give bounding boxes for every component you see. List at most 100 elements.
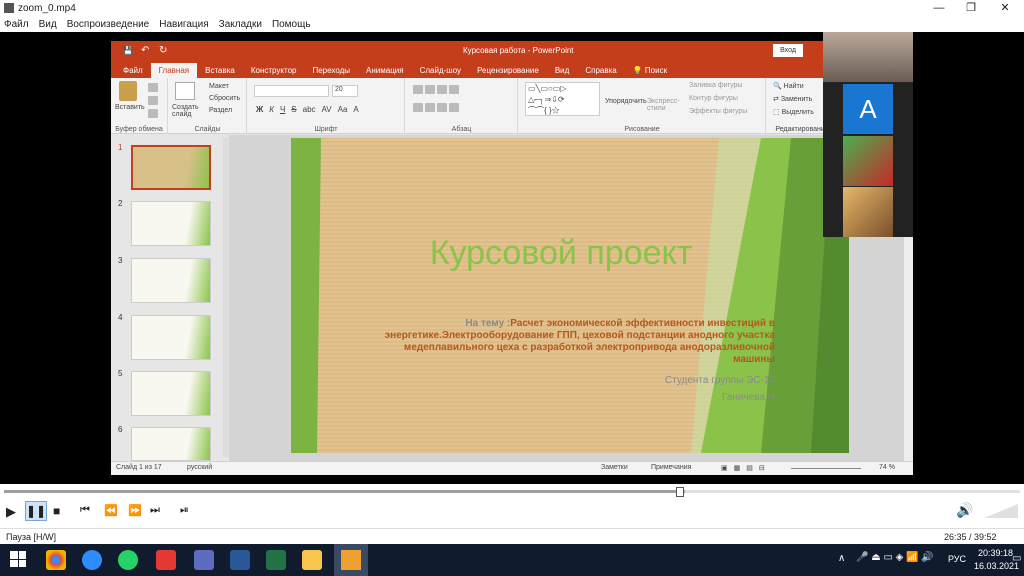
font-size-field[interactable]: 20 <box>332 85 358 97</box>
new-slide-button[interactable]: Создать слайд <box>172 104 200 118</box>
italic-button[interactable]: К <box>269 105 274 114</box>
app-icon-5[interactable] <box>194 550 214 570</box>
tab-design[interactable]: Конструктор <box>243 63 305 78</box>
clock-time[interactable]: 20:39:18 <box>978 548 1013 558</box>
section-button[interactable]: Раздел <box>209 107 232 114</box>
participant-avatar[interactable]: A <box>843 84 893 134</box>
next-icon[interactable]: ⏭ <box>150 504 160 517</box>
align-right-icon[interactable] <box>437 103 447 112</box>
slide-thumb-5[interactable] <box>131 371 211 416</box>
signin-button[interactable]: Вход <box>773 44 803 57</box>
tab-review[interactable]: Рецензирование <box>469 63 547 78</box>
undo-icon[interactable]: ↶ <box>141 45 149 56</box>
prev-icon[interactable]: ⏮ <box>80 504 90 517</box>
save-icon[interactable]: 💾 <box>123 46 133 55</box>
shape-outline-button[interactable]: Контур фигуры <box>689 95 738 102</box>
comments-button[interactable]: Примечания <box>651 464 691 471</box>
zoom-icon[interactable] <box>82 550 102 570</box>
word-icon[interactable] <box>230 550 250 570</box>
stop-icon[interactable]: ■ <box>53 504 60 518</box>
menu-navigation[interactable]: Навигация <box>159 19 208 30</box>
layout-button[interactable]: Макет <box>209 83 229 90</box>
copy-icon[interactable] <box>148 96 158 105</box>
notes-button[interactable]: Заметки <box>601 464 628 471</box>
tray-up-icon[interactable]: ∧ <box>838 553 845 564</box>
menu-bookmarks[interactable]: Закладки <box>219 19 262 30</box>
shapes-gallery[interactable]: ▭╲▭○▭▷ △⌐┐⇒⇩⟳ ⌒⌒{ }☆ <box>525 82 600 116</box>
slide-thumb-6[interactable] <box>131 427 211 461</box>
tab-animation[interactable]: Анимация <box>358 63 412 78</box>
paste-icon[interactable] <box>119 81 137 101</box>
format-painter-icon[interactable] <box>148 109 158 118</box>
participant-image-2[interactable] <box>843 187 893 237</box>
menu-playback[interactable]: Воспроизведение <box>67 19 150 30</box>
slide-canvas[interactable]: Курсовой проект На тему :Расчет экономич… <box>291 138 849 453</box>
select-button[interactable]: Выделить <box>782 109 814 116</box>
shape-fill-button[interactable]: Заливка фигуры <box>689 82 742 89</box>
redo-icon[interactable]: ↻ <box>159 45 167 56</box>
volume-icon[interactable]: 🔊 <box>956 502 973 519</box>
tab-home[interactable]: Главная <box>150 63 198 78</box>
tab-help[interactable]: Справка <box>577 63 624 78</box>
slide-thumb-3[interactable] <box>131 258 211 303</box>
notifications-icon[interactable]: ▭ <box>1012 553 1021 564</box>
paste-button[interactable]: Вставить <box>115 104 145 111</box>
tab-insert[interactable]: Вставка <box>197 63 243 78</box>
tray-icons[interactable]: 🎤 ⏏ ▭ ◈ 📶 🔊 <box>856 552 934 563</box>
align-center-icon[interactable] <box>425 103 435 112</box>
pdf-icon[interactable] <box>156 550 176 570</box>
zoom-slider[interactable] <box>791 468 861 469</box>
close-icon[interactable]: ✕ <box>990 0 1020 16</box>
excel-icon[interactable] <box>266 550 286 570</box>
reset-button[interactable]: Сбросить <box>209 95 240 102</box>
participant-image-1[interactable] <box>843 136 893 186</box>
slide-thumb-1[interactable] <box>131 145 211 190</box>
frame-step-icon[interactable]: ⏯ <box>180 504 189 517</box>
menu-help[interactable]: Помощь <box>272 19 311 30</box>
line-spacing-icon[interactable] <box>449 85 459 94</box>
shape-effects-button[interactable]: Эффекты фигуры <box>689 108 747 115</box>
pause-icon[interactable]: ❚❚ <box>25 501 47 521</box>
tab-view[interactable]: Вид <box>547 63 577 78</box>
chrome-icon[interactable] <box>46 550 66 570</box>
zoom-level[interactable]: 74 % <box>879 464 895 471</box>
participant-video[interactable] <box>823 32 913 82</box>
tab-search[interactable]: 💡 Поиск <box>625 63 675 78</box>
seek-bar[interactable] <box>4 490 1020 493</box>
numbering-icon[interactable] <box>425 85 435 94</box>
quick-styles-button[interactable]: Экспресс-стили <box>647 98 681 112</box>
new-slide-icon[interactable] <box>175 82 195 100</box>
arrange-button[interactable]: Упорядочить <box>605 98 647 105</box>
rewind-icon[interactable]: ⏪ <box>104 504 118 517</box>
find-button[interactable]: Найти <box>784 83 804 90</box>
language-indicator[interactable]: РУС <box>948 554 966 564</box>
bullets-icon[interactable] <box>413 85 423 94</box>
tab-file[interactable]: Файл <box>115 63 151 78</box>
maximize-icon[interactable]: ❐ <box>956 0 986 16</box>
strikethrough-button[interactable]: abc <box>303 105 316 114</box>
windows-start-icon[interactable] <box>10 551 26 567</box>
case-button[interactable]: Aa <box>338 105 348 114</box>
tab-slideshow[interactable]: Слайд-шоу <box>412 63 469 78</box>
strike-button[interactable]: S <box>291 105 296 114</box>
slide-thumb-4[interactable] <box>131 315 211 360</box>
menu-view[interactable]: Вид <box>39 19 57 30</box>
spacing-button[interactable]: AV <box>322 105 332 114</box>
whatsapp-icon[interactable] <box>118 550 138 570</box>
font-color-button[interactable]: A <box>353 105 358 114</box>
active-app-slot[interactable] <box>334 544 368 576</box>
slide-thumb-2[interactable] <box>131 201 211 246</box>
play-icon[interactable]: ▶ <box>6 504 16 520</box>
explorer-icon[interactable] <box>302 550 322 570</box>
font-name-field[interactable] <box>254 85 329 97</box>
underline-button[interactable]: Ч <box>280 105 285 114</box>
replace-button[interactable]: Заменить <box>781 96 812 103</box>
justify-icon[interactable] <box>449 103 459 112</box>
language-status[interactable]: русский <box>187 464 212 471</box>
align-left-icon[interactable] <box>413 103 423 112</box>
forward-icon[interactable]: ⏩ <box>128 504 142 517</box>
view-buttons[interactable]: ▣▦▤⊟ <box>721 464 771 472</box>
minimize-icon[interactable]: — <box>924 0 954 16</box>
seek-handle[interactable] <box>676 487 684 497</box>
volume-slider[interactable] <box>984 502 1020 520</box>
